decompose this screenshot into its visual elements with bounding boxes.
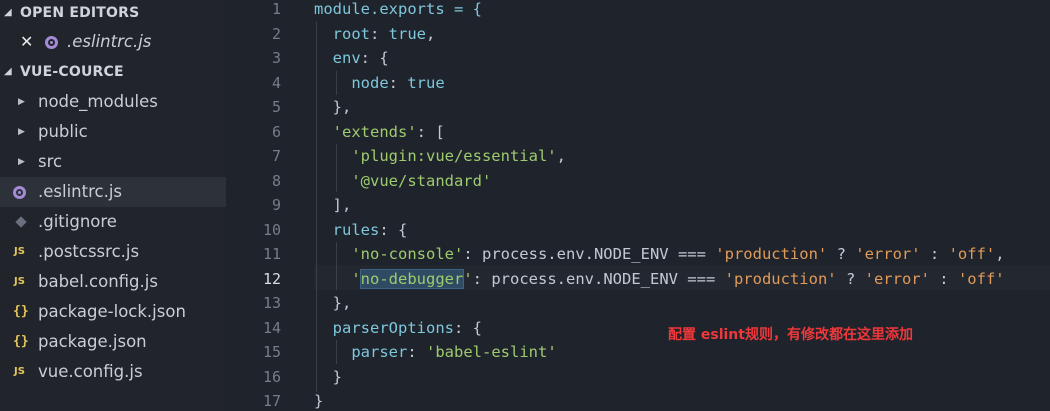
code-value: true [407,73,445,92]
tree-item-file[interactable]: JS vue.config.js [0,357,226,387]
tree-item-file[interactable]: JS .postcssrc.js [0,237,226,267]
code-string: 'off' [948,245,996,263]
line-number: 11 [262,245,281,263]
selected-text[interactable]: no-debugger [359,268,465,289]
code-line: } [314,389,323,411]
code-key: rules [332,220,380,239]
line-number: 14 [262,318,281,337]
code-key: root [332,24,370,43]
tree-item-file-selected[interactable]: .eslintrc.js [0,177,226,207]
code-string: 'plugin:vue/essential' [351,147,557,165]
tree-item-file[interactable]: {} package-lock.json [0,297,226,327]
code-line: env: { [332,49,389,67]
line-number: 15 [262,343,281,361]
code-line: ], [314,193,352,218]
annotation-text: 配置 eslint规则，有修改都在这里添加 [668,327,913,343]
explorer-sidebar: ◢ OPEN EDITORS ✕ .eslintrc.js ◢ VUE-COUR… [0,0,226,411]
code-line: 'plugin:vue/essential', [351,147,566,165]
line-number: 9 [271,196,281,214]
tree-item-folder[interactable]: ▶ src [0,147,226,177]
code-line: '@vue/standard' [314,169,491,194]
code-string: 'error' [855,245,921,263]
code-quote: ' [463,269,473,288]
js-file-icon: JS [14,366,25,377]
code-text: }, [332,294,352,312]
code-editor[interactable]: 1 2 3 4 5 6 7 8 9 10 11 12 13 14 15 16 1… [226,0,1050,411]
js-file-icon: JS [14,276,25,287]
tree-item-file[interactable]: JS babel.config.js [0,267,226,297]
tree-item-file[interactable]: .gitignore [0,207,226,237]
code-string: 'off' [957,269,1005,288]
code-string: '@vue/standard' [351,171,492,190]
code-line-active: 'no-debugger': process.env.NODE_ENV === … [351,268,1005,289]
line-number: 16 [262,367,281,386]
tree-item-file[interactable]: {} package.json [0,327,226,357]
code-key: parser [351,343,408,361]
code-text: process.env.NODE_ENV === [481,245,716,263]
tree-item-folder[interactable]: ▶ public [0,117,226,147]
code-key: node [351,73,389,92]
close-icon[interactable]: ✕ [20,27,33,57]
git-icon [15,216,27,228]
chevron-right-icon: ▶ [18,97,25,107]
code-key: env [332,49,361,67]
code-value: true [388,24,426,43]
code-string: 'error' [864,269,930,288]
line-number: 3 [271,49,281,67]
chevron-right-icon: ▶ [18,157,25,167]
code-string: 'babel-eslint' [426,343,557,361]
project-header[interactable]: ◢ VUE-COURCE [0,59,226,85]
code-key: 'no-console' [351,245,464,263]
code-quote: ' [351,269,361,288]
chevron-right-icon: ▶ [18,127,25,137]
code-key: 'extends' [332,122,417,141]
code-text: module.exports = { [314,0,482,18]
line-number: 10 [262,220,281,239]
code-string: 'production' [724,269,837,288]
code-text: }, [332,98,352,116]
collapse-caret-icon[interactable]: ◢ [4,59,12,85]
collapse-caret-icon[interactable]: ◢ [4,0,12,26]
code-text: } [332,367,343,386]
line-number: 4 [271,73,281,92]
code-line: }, [314,291,352,316]
line-number: 6 [271,122,281,141]
line-number-active: 12 [262,269,281,288]
eslint-gear-icon [13,186,26,199]
json-file-icon: {} [13,304,29,319]
code-text: process.env.NODE_ENV === [491,269,725,288]
code-line: root: true, [332,24,436,43]
line-number: 17 [262,392,281,410]
code-line: node: true [351,73,445,92]
line-number-gutter: 1 2 3 4 5 6 7 8 9 10 11 12 13 14 15 16 1… [226,0,286,411]
js-file-icon: JS [14,246,25,257]
code-line: module.exports = { [314,0,482,22]
code-line: }, [314,95,352,120]
code-line: 'no-console': process.env.NODE_ENV === '… [351,245,1005,263]
open-editors-header[interactable]: ◢ OPEN EDITORS [0,0,226,26]
line-number: 7 [271,147,281,165]
code-line: 'extends': [ [332,122,445,141]
open-editor-item[interactable]: ✕ .eslintrc.js [0,27,226,57]
line-number: 5 [271,98,281,116]
line-number: 1 [271,0,281,18]
code-line: rules: { [332,220,408,239]
line-number: 8 [271,171,281,190]
json-file-icon: {} [13,334,29,349]
line-number: 2 [271,24,281,43]
line-number: 13 [262,294,281,312]
code-line: parser: 'babel-eslint' [351,343,557,361]
tree-item-folder[interactable]: ▶ node_modules [0,87,226,117]
code-text: } [314,392,324,410]
code-key: parserOptions [332,318,454,337]
code-line: parserOptions: { [332,318,482,337]
eslint-gear-icon [45,36,58,49]
code-string: 'production' [715,245,828,263]
code-line: } [314,365,342,390]
code-text: ], [332,196,352,214]
